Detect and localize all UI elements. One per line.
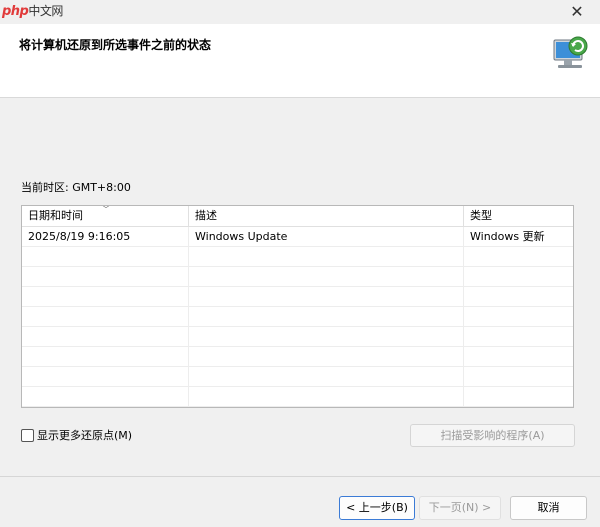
cell-type: Windows 更新 (464, 227, 573, 246)
footer-divider (0, 476, 600, 477)
empty-row (22, 327, 573, 347)
restore-points-table: 日期和时间 ﹀ 描述 类型 2025/8/19 9:16:05 Windows … (21, 205, 574, 408)
page-title: 将计算机还原到所选事件之前的状态 (19, 38, 212, 52)
cell-datetime: 2025/8/19 9:16:05 (22, 227, 189, 246)
system-restore-window: php中文网 ✕ 将计算机还原到所选事件之前的状态 当前时区: GMT+8:00… (0, 0, 600, 527)
show-more-label: 显示更多还原点(M) (37, 429, 133, 442)
column-header-description[interactable]: 描述 (189, 206, 464, 226)
empty-row (22, 367, 573, 387)
close-button[interactable]: ✕ (562, 0, 592, 24)
empty-row (22, 287, 573, 307)
timezone-label: 当前时区: GMT+8:00 (21, 181, 131, 194)
empty-row (22, 267, 573, 287)
close-icon: ✕ (570, 2, 584, 21)
show-more-checkbox-row[interactable]: 显示更多还原点(M) (21, 427, 132, 443)
system-restore-icon (553, 36, 588, 68)
watermark-cn: 中文网 (28, 4, 63, 18)
show-more-checkbox[interactable] (21, 428, 34, 442)
header-panel: 将计算机还原到所选事件之前的状态 (0, 24, 600, 98)
back-button[interactable]: < 上一步(B) (339, 496, 415, 520)
scan-affected-programs-button[interactable]: 扫描受影响的程序(A) (410, 424, 575, 447)
column-header-label: 日期和时间 (28, 209, 83, 222)
watermark-php: php (2, 4, 29, 19)
empty-row (22, 347, 573, 367)
table-header: 日期和时间 ﹀ 描述 类型 (22, 206, 573, 227)
column-header-type[interactable]: 类型 (464, 206, 573, 226)
sort-down-icon: ﹀ (102, 205, 110, 214)
cell-description: Windows Update (189, 227, 464, 246)
column-header-datetime[interactable]: 日期和时间 ﹀ (22, 206, 189, 226)
column-header-label: 描述 (195, 209, 217, 222)
cancel-button[interactable]: 取消 (510, 496, 587, 520)
table-row[interactable]: 2025/8/19 9:16:05 Windows Update Windows… (22, 227, 573, 247)
empty-row (22, 247, 573, 267)
empty-row (22, 387, 573, 407)
column-header-label: 类型 (470, 209, 492, 222)
empty-row (22, 307, 573, 327)
next-button[interactable]: 下一页(N) > (419, 496, 501, 520)
watermark-logo: php中文网 (2, 2, 63, 19)
